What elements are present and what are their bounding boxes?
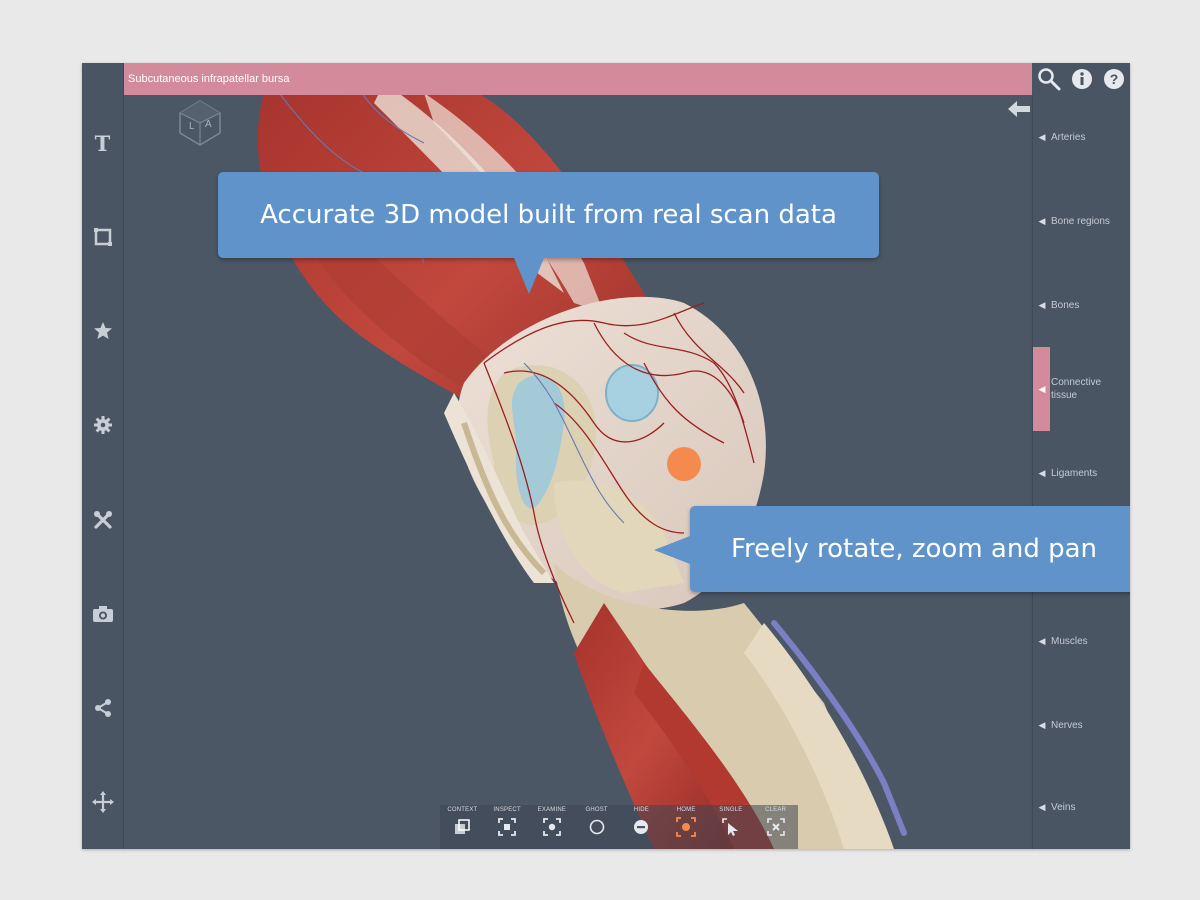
category-connective-tissue[interactable]: ◀ Connective tissue xyxy=(1033,347,1130,431)
info-icon[interactable] xyxy=(1071,68,1093,90)
examine-button[interactable]: EXAMINE xyxy=(530,805,575,849)
history-nav xyxy=(1008,101,1030,117)
share-icon xyxy=(94,699,111,717)
left-toolbar: T xyxy=(82,63,124,849)
chevron-left-icon: ◀ xyxy=(1038,801,1046,812)
clear-label: CLEAR xyxy=(765,807,787,813)
crop-tool-button[interactable] xyxy=(82,221,123,253)
tools-tool-button[interactable] xyxy=(82,504,123,536)
context-button[interactable]: CONTEXT xyxy=(440,805,485,849)
examine-label: EXAMINE xyxy=(537,807,567,813)
context-label: CONTEXT xyxy=(447,807,478,813)
context-icon xyxy=(455,819,471,834)
top-right-actions: ? xyxy=(1032,63,1130,95)
hide-label: HIDE xyxy=(633,807,649,813)
callout-3d-model: Accurate 3D model built from real scan d… xyxy=(218,172,879,294)
category-label: Bones xyxy=(1051,299,1080,311)
category-label: Arteries xyxy=(1051,131,1086,143)
ghost-button[interactable]: GHOST xyxy=(574,805,619,849)
hide-button[interactable]: HIDE xyxy=(619,805,664,849)
category-arteries[interactable]: ◀ Arteries xyxy=(1033,95,1130,179)
single-select-icon xyxy=(722,818,738,836)
home-icon xyxy=(676,817,697,837)
clear-icon xyxy=(766,818,785,836)
category-panel: ◀ Arteries ◀ Bone regions ◀ Bones ◀ Connecti… xyxy=(1032,95,1130,849)
clear-button[interactable]: CLEAR xyxy=(753,805,798,849)
orientation-label-a: A xyxy=(205,119,212,130)
gear-icon xyxy=(93,416,112,434)
tools-icon xyxy=(93,511,112,529)
inspect-icon xyxy=(498,818,517,836)
callout-rotate-zoom-pan: Freely rotate, zoom and pan xyxy=(654,506,1130,592)
search-icon[interactable] xyxy=(1037,67,1061,91)
crop-icon xyxy=(93,228,112,246)
category-veins[interactable]: ◀ Veins xyxy=(1033,765,1130,849)
orientation-cube[interactable]: L A xyxy=(176,99,224,152)
camera-icon xyxy=(92,606,113,622)
category-muscles[interactable]: ◀ Muscles xyxy=(1033,599,1130,683)
help-icon[interactable]: ? xyxy=(1103,68,1125,90)
category-label: Connective tissue xyxy=(1051,377,1102,401)
category-ligaments[interactable]: ◀ Ligaments xyxy=(1033,431,1130,515)
callout-pointer xyxy=(514,258,544,294)
chevron-left-icon: ◀ xyxy=(1038,299,1046,310)
ghost-label: GHOST xyxy=(585,807,608,813)
chevron-left-icon: ◀ xyxy=(1038,635,1046,646)
category-label: Ligaments xyxy=(1051,467,1098,479)
back-arrow-icon[interactable] xyxy=(1008,101,1030,117)
ghost-icon xyxy=(589,819,604,835)
callout-pointer xyxy=(654,536,690,564)
chevron-left-icon: ◀ xyxy=(1038,215,1046,226)
callout-text: Accurate 3D model built from real scan d… xyxy=(260,200,837,230)
bottom-toolbar: CONTEXT INSPECT EXAMINE GHOST HIDE HOME xyxy=(440,805,798,849)
hide-icon xyxy=(634,820,649,834)
category-nerves[interactable]: ◀ Nerves xyxy=(1033,683,1130,767)
chevron-left-icon: ◀ xyxy=(1038,467,1046,478)
category-bones[interactable]: ◀ Bones xyxy=(1033,263,1130,347)
star-icon xyxy=(93,322,112,339)
chevron-left-icon: ◀ xyxy=(1038,719,1046,730)
callout-text: Freely rotate, zoom and pan xyxy=(730,534,1098,564)
selected-structure-title: Subcutaneous infrapatellar bursa xyxy=(124,63,1032,95)
app-frame: T L A CONTEXT INSPECT EXAMINE GHOST HIDE… xyxy=(82,63,1130,849)
examine-icon xyxy=(542,818,561,836)
chevron-left-icon: ◀ xyxy=(1038,383,1046,394)
category-label: Bone regions xyxy=(1051,215,1110,227)
chevron-left-icon: ◀ xyxy=(1038,131,1046,142)
inspect-button[interactable]: INSPECT xyxy=(485,805,530,849)
orientation-label-l: L xyxy=(189,121,195,132)
settings-tool-button[interactable] xyxy=(82,409,123,441)
svg-text:?: ? xyxy=(1110,71,1119,87)
favorites-tool-button[interactable] xyxy=(82,315,123,347)
category-label: Nerves xyxy=(1051,719,1083,731)
home-label: HOME xyxy=(676,807,696,813)
category-label: Veins xyxy=(1051,801,1076,813)
share-tool-button[interactable] xyxy=(82,692,123,724)
text-icon: T xyxy=(94,130,111,156)
inspect-label: INSPECT xyxy=(493,807,521,813)
category-label: Muscles xyxy=(1051,635,1088,647)
home-button[interactable]: HOME xyxy=(664,805,709,849)
single-label: SINGLE xyxy=(719,807,743,813)
camera-tool-button[interactable] xyxy=(82,598,123,630)
text-tool-button[interactable]: T xyxy=(82,127,123,159)
move-icon xyxy=(91,791,114,813)
single-select-button[interactable]: SINGLE xyxy=(709,805,754,849)
move-tool-button[interactable] xyxy=(82,786,123,818)
category-bone-regions[interactable]: ◀ Bone regions xyxy=(1033,179,1130,263)
